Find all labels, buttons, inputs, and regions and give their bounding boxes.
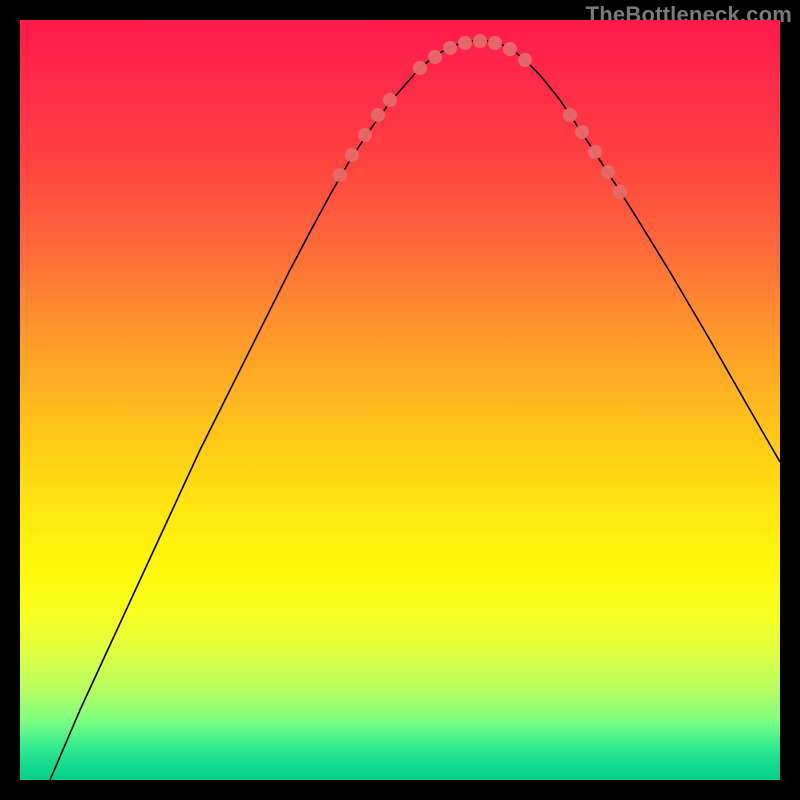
highlight-dot (488, 36, 502, 50)
highlight-dot (358, 128, 372, 142)
highlight-dot (518, 53, 532, 67)
highlight-dot (473, 34, 487, 48)
highlight-dot (563, 108, 577, 122)
highlight-dot (371, 108, 385, 122)
highlight-dots-group (333, 34, 627, 199)
highlight-dot (458, 36, 472, 50)
highlight-dot (345, 148, 359, 162)
highlight-dot (588, 145, 602, 159)
plot-area (20, 20, 780, 780)
highlight-dot (503, 42, 517, 56)
highlight-dot (413, 61, 427, 75)
highlight-dot (333, 168, 347, 182)
highlight-dot (443, 41, 457, 55)
highlight-dot (575, 125, 589, 139)
highlight-dot (613, 185, 627, 199)
chart-container: TheBottleneck.com (0, 0, 800, 800)
highlight-dot (383, 93, 397, 107)
highlight-dot (601, 165, 615, 179)
highlight-dot (428, 50, 442, 64)
bottleneck-curve (50, 40, 780, 780)
curve-svg (20, 20, 780, 780)
